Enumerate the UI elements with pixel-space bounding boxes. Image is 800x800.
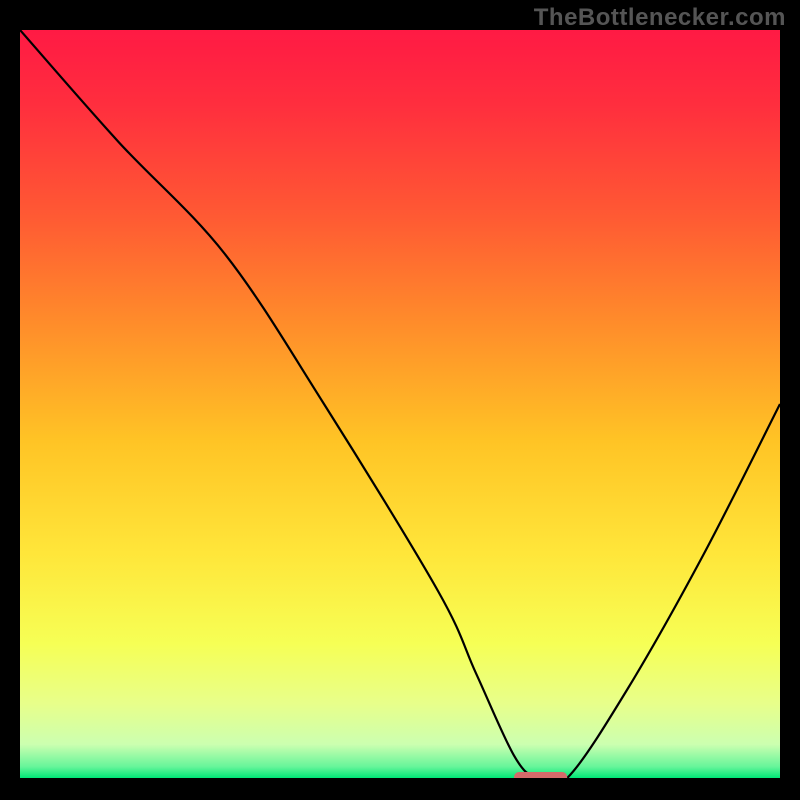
plot-area <box>20 30 780 778</box>
gradient-background <box>20 30 780 778</box>
optimum-marker <box>514 772 567 778</box>
watermark-text: TheBottlenecker.com <box>534 4 786 32</box>
chart-frame: TheBottlenecker.com <box>0 0 800 800</box>
bottleneck-chart <box>20 30 780 778</box>
